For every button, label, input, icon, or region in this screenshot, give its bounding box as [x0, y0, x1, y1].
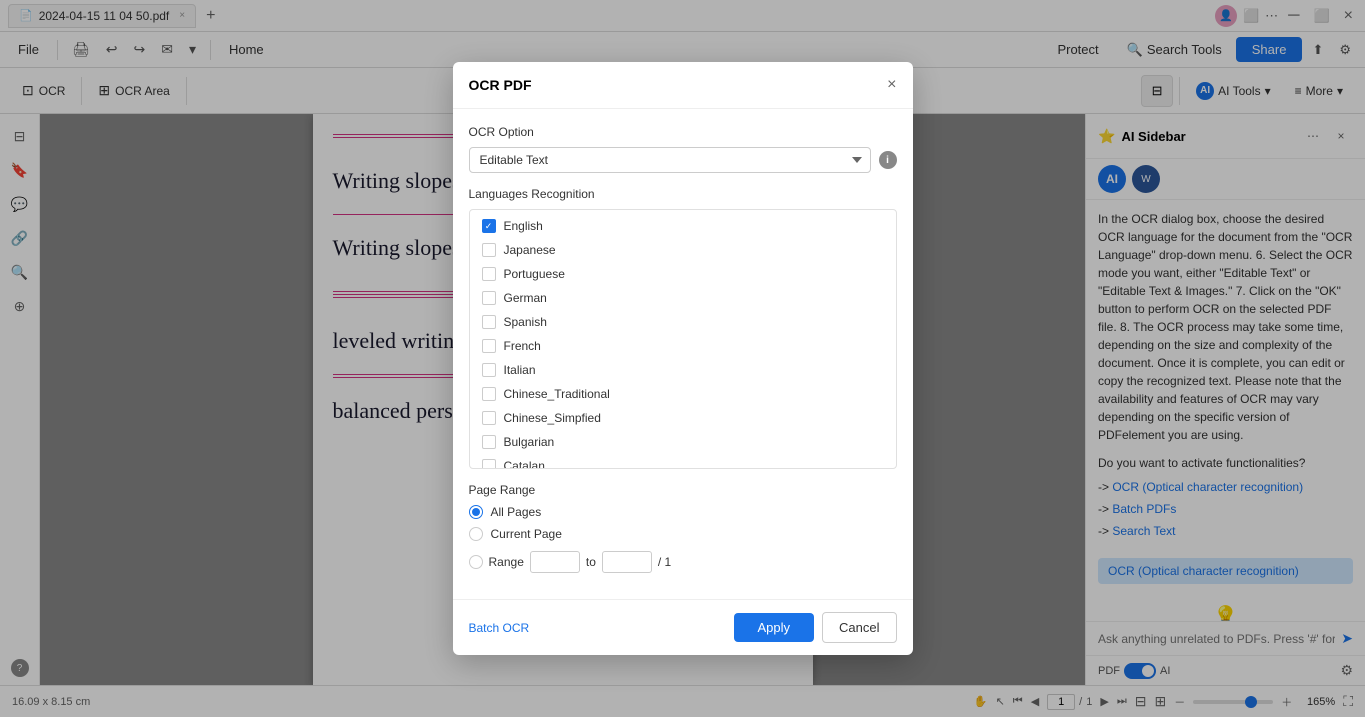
lang-checkbox[interactable] — [482, 363, 496, 377]
page-range-section: Page Range All Pages Current Page — [469, 483, 897, 573]
current-page-label: Current Page — [491, 527, 562, 541]
lang-checkbox[interactable] — [482, 291, 496, 305]
lang-label: Chinese_Traditional — [504, 387, 610, 401]
lang-label: Italian — [504, 363, 536, 377]
language-item[interactable]: ✓ English — [470, 214, 896, 238]
dialog-footer: Batch OCR Apply Cancel — [453, 599, 913, 655]
ocr-option-row: Editable Text Editable Text & Images i — [469, 147, 897, 173]
language-item[interactable]: Italian — [470, 358, 896, 382]
lang-checkbox[interactable] — [482, 267, 496, 281]
language-item[interactable]: Spanish — [470, 310, 896, 334]
range-to-label: to — [586, 555, 596, 569]
page-range-label: Page Range — [469, 483, 897, 497]
lang-recognition-label: Languages Recognition — [469, 187, 897, 201]
radio-dot — [472, 508, 480, 516]
ocr-option-label: OCR Option — [469, 125, 897, 139]
current-page-option[interactable]: Current Page — [469, 527, 897, 541]
dialog-header: OCR PDF × — [453, 62, 913, 109]
dialog-overlay: OCR PDF × OCR Option Editable Text Edita… — [0, 0, 1365, 717]
language-item[interactable]: Chinese_Simpfied — [470, 406, 896, 430]
lang-label: German — [504, 291, 547, 305]
ocr-dialog: OCR PDF × OCR Option Editable Text Edita… — [453, 62, 913, 655]
language-item[interactable]: Portuguese — [470, 262, 896, 286]
cancel-button[interactable]: Cancel — [822, 612, 896, 643]
all-pages-option[interactable]: All Pages — [469, 505, 897, 519]
lang-checkbox[interactable] — [482, 339, 496, 353]
current-page-radio[interactable] — [469, 527, 483, 541]
dialog-close-button[interactable]: × — [887, 76, 896, 94]
lang-checkbox[interactable] — [482, 459, 496, 469]
batch-ocr-button[interactable]: Batch OCR — [469, 621, 530, 635]
lang-checkbox[interactable] — [482, 411, 496, 425]
dialog-body: OCR Option Editable Text Editable Text &… — [453, 109, 913, 599]
lang-checkbox[interactable]: ✓ — [482, 219, 496, 233]
all-pages-radio[interactable] — [469, 505, 483, 519]
language-list: ✓ English Japanese Portuguese German Spa… — [469, 209, 897, 469]
lang-label: Spanish — [504, 315, 547, 329]
language-item[interactable]: French — [470, 334, 896, 358]
language-item[interactable]: Japanese — [470, 238, 896, 262]
lang-checkbox[interactable] — [482, 435, 496, 449]
range-option: Range to / 1 — [469, 551, 897, 573]
lang-label: Bulgarian — [504, 435, 555, 449]
lang-checkbox[interactable] — [482, 315, 496, 329]
lang-label: Portuguese — [504, 267, 565, 281]
language-item[interactable]: German — [470, 286, 896, 310]
lang-label: Japanese — [504, 243, 556, 257]
lang-label: Chinese_Simpfied — [504, 411, 601, 425]
page-range-radio-group: All Pages Current Page Range to / 1 — [469, 505, 897, 573]
range-total-label: / 1 — [658, 555, 671, 569]
lang-checkbox[interactable] — [482, 243, 496, 257]
info-icon[interactable]: i — [879, 151, 897, 169]
language-item[interactable]: Catalan — [470, 454, 896, 469]
lang-label: French — [504, 339, 541, 353]
ocr-option-select[interactable]: Editable Text Editable Text & Images — [469, 147, 871, 173]
apply-button[interactable]: Apply — [734, 613, 815, 642]
lang-label: English — [504, 219, 543, 233]
lang-checkbox[interactable] — [482, 387, 496, 401]
lang-label: Catalan — [504, 459, 545, 469]
range-to-input[interactable] — [602, 551, 652, 573]
range-from-input[interactable] — [530, 551, 580, 573]
range-radio[interactable] — [469, 555, 483, 569]
language-item[interactable]: Chinese_Traditional — [470, 382, 896, 406]
dialog-title: OCR PDF — [469, 77, 888, 93]
range-label: Range — [489, 555, 524, 569]
language-item[interactable]: Bulgarian — [470, 430, 896, 454]
all-pages-label: All Pages — [491, 505, 542, 519]
